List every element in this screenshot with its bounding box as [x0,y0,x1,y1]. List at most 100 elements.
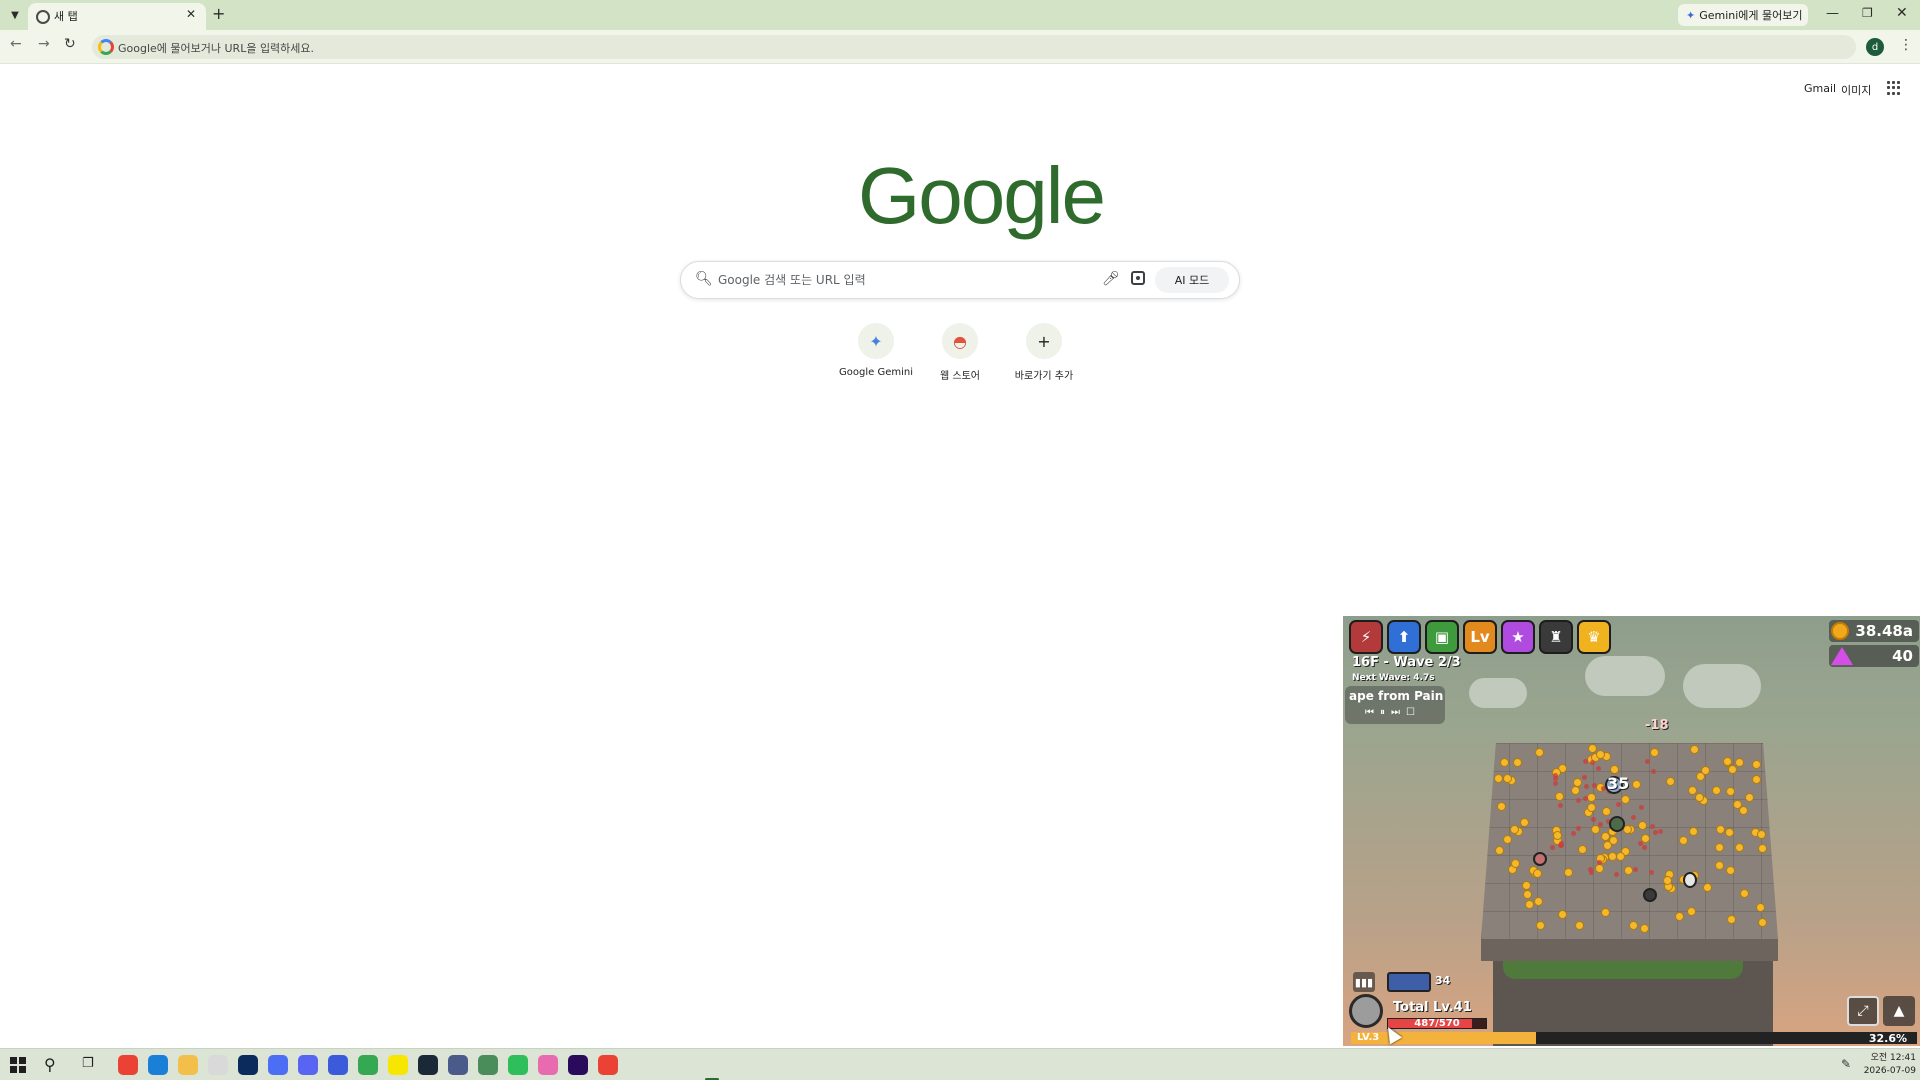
enemy-unit [1643,888,1657,902]
app-icon[interactable] [508,1055,528,1075]
stats-icon[interactable]: ▮▮▮ [1353,972,1375,992]
character-icon[interactable]: ♜ [1539,620,1573,654]
upgrade-arrow-icon[interactable]: ⬆ [1387,620,1421,654]
paint-icon[interactable] [208,1055,228,1075]
cloud [1585,656,1665,696]
steam-icon[interactable] [418,1055,438,1075]
microphone-icon[interactable]: 🎤︎ [1102,271,1120,287]
xp-percent: 32.6% [1868,1032,1907,1045]
ai-mode-button[interactable]: AI 모드 [1155,267,1229,293]
blood-splatter [1630,815,1636,821]
gold-coin-icon [1831,622,1849,640]
gold-coin [1600,907,1610,917]
ai-mode-label: AI 모드 [1174,274,1210,287]
gold-counter: 38.48a [1829,620,1919,642]
gold-coin [1563,867,1573,877]
address-bar[interactable]: Google에 물어보거나 URL을 입력하세요. [92,35,1856,59]
chrome-favicon-icon [36,10,50,24]
gold-coin [1631,780,1641,790]
skill-icons[interactable] [1387,972,1431,992]
app-icon[interactable] [328,1055,348,1075]
edge-icon[interactable] [148,1055,168,1075]
file-explorer-icon[interactable] [178,1055,198,1075]
gold-coin [1512,758,1522,768]
app-icon[interactable] [478,1055,498,1075]
close-window-icon[interactable]: ✕ [1896,5,1908,21]
music-controls[interactable]: ⏮⏸⏭☐ [1365,707,1421,718]
google-logo: Google [858,151,1106,240]
google-apps-icon[interactable] [1887,81,1901,95]
windows-start-icon[interactable] [10,1057,26,1073]
google-lens-icon[interactable] [1131,271,1145,285]
game-window[interactable]: ⚡ ⬆ ▣ Lv ★ ♜ ♛ 38.48a 40 16F - Wave 2/3 … [1343,616,1920,1046]
google-g-icon [98,39,114,55]
gold-coin [1757,917,1767,927]
fullscreen-button[interactable]: ⤢ [1847,996,1879,1026]
new-tab-button[interactable]: + [212,4,225,23]
shortcut-web-store[interactable]: ◓ 웹 스토어 [915,323,1005,393]
level-icon[interactable]: Lv [1463,620,1497,654]
whale-icon[interactable] [268,1055,288,1075]
address-bar-placeholder: Google에 물어보거나 URL을 입력하세요. [118,42,315,55]
inventory-chest-icon[interactable]: ▣ [1425,620,1459,654]
restore-icon[interactable]: ❐ [1862,6,1873,20]
enemy-unit [1609,816,1625,832]
player-avatar[interactable] [1349,994,1383,1028]
chrome-menu-icon[interactable]: ⋮ [1899,37,1913,53]
gold-coin [1510,859,1520,869]
search-input[interactable] [718,269,1068,291]
profile-avatar[interactable]: d [1866,38,1884,56]
gold-coin [1522,890,1532,900]
gold-value: 38.48a [1855,622,1913,640]
images-link[interactable]: 이미지 [1841,82,1871,98]
shortcut-add[interactable]: + 바로가기 추가 [999,323,1089,393]
cloud [1469,678,1527,708]
gold-coin [1638,820,1648,830]
collapse-button[interactable]: ▲ [1883,996,1915,1026]
gmail-link[interactable]: Gmail [1804,82,1836,95]
damage-number: 35 [1607,774,1630,793]
gemini-spark-icon: ✦ [1686,8,1696,22]
blood-splatter [1570,831,1576,837]
chrome-active-icon[interactable] [598,1055,618,1075]
hp-text: 487/570 [1414,1018,1460,1029]
blood-splatter [1613,871,1619,877]
blood-splatter [1557,802,1563,808]
discord-icon[interactable] [298,1055,318,1075]
gold-coin [1535,747,1545,757]
star-icon[interactable]: ★ [1501,620,1535,654]
chrome-icon[interactable] [358,1055,378,1075]
app-icon[interactable] [538,1055,558,1075]
tab-new-tab[interactable]: 새 탭 ✕ [28,3,206,30]
crown-icon[interactable]: ♛ [1577,620,1611,654]
pen-icon[interactable]: ✎ [1841,1057,1851,1071]
task-view-icon[interactable]: ❐ [82,1056,94,1071]
system-clock[interactable]: 오전 12:41 2026-07-09 [1858,1052,1916,1078]
tab-search-icon[interactable]: ▼ [6,6,24,24]
tab-close-icon[interactable]: ✕ [186,7,196,21]
blood-splatter [1651,768,1657,774]
gemini-icon: ✦ [858,323,894,359]
minimize-icon[interactable]: — [1826,6,1839,21]
after-effects-icon[interactable] [568,1055,588,1075]
attack-upgrade-icon[interactable]: ⚡ [1349,620,1383,654]
photoshop-icon[interactable] [238,1055,258,1075]
gold-coin [1570,785,1580,795]
reload-icon[interactable]: ↻ [64,36,76,52]
gold-coin [1586,803,1596,813]
shortcut-google-gemini[interactable]: ✦ Google Gemini [831,323,921,393]
enemy-unit [1533,852,1547,866]
chrome-icon[interactable] [118,1055,138,1075]
gold-coin [1532,868,1542,878]
app-icon[interactable] [448,1055,468,1075]
tab-title: 새 탭 [54,10,78,23]
kakaotalk-icon[interactable] [388,1055,408,1075]
damage-number: -18 [1645,718,1669,733]
gold-coin [1493,773,1503,783]
gold-coin [1703,882,1713,892]
ask-gemini-button[interactable]: ✦ Gemini에게 물어보기 [1678,4,1808,26]
back-arrow-icon[interactable]: ← [10,36,22,52]
forward-arrow-icon[interactable]: → [38,36,50,52]
taskbar-search-icon[interactable]: ⚲ [44,1055,56,1074]
blood-splatter [1591,782,1597,788]
